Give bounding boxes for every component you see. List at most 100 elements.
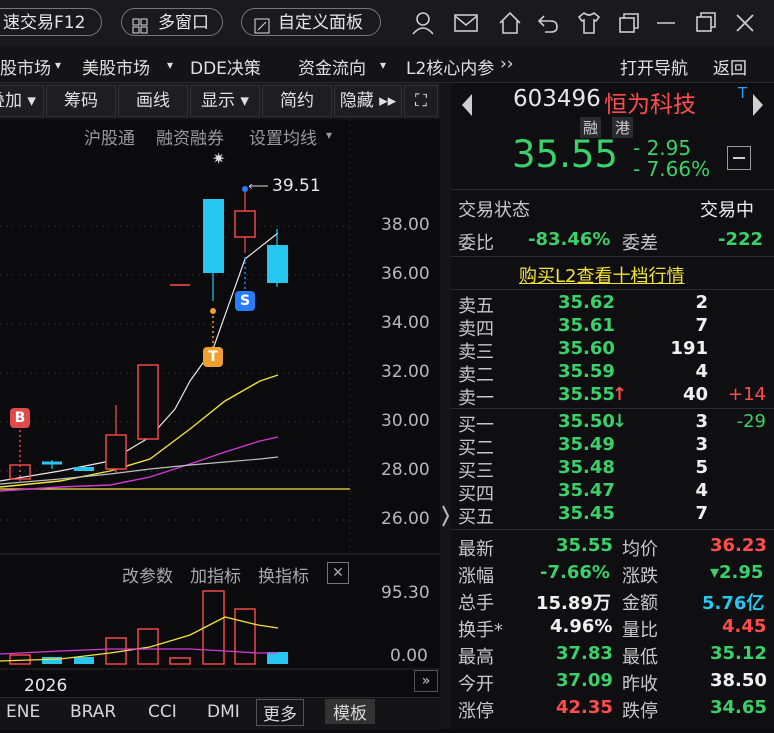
svg-text:‹: ‹ <box>248 179 253 193</box>
bid-volume: 4 <box>695 480 708 501</box>
indicator-y-tick: 95.30 <box>381 583 430 603</box>
menu-item-open-nav[interactable]: 打开导航 <box>620 54 688 79</box>
candle <box>137 364 159 440</box>
double-chevron-right-icon[interactable]: ›› <box>500 54 514 74</box>
stock-name: 恒为科技 <box>604 92 696 118</box>
tab-template[interactable]: 模板 <box>325 699 375 724</box>
fast-trade-button[interactable]: 速交易F12 <box>0 8 102 36</box>
ask-row: 卖二 35.59 4 <box>458 361 768 386</box>
stat-label: 最高 <box>458 647 494 668</box>
indicator-line-yellow <box>0 616 279 662</box>
fullscreen-icon[interactable]: ⛶ <box>404 85 438 117</box>
menu-item-l2-insight[interactable]: L2核心内参 <box>406 54 494 79</box>
ask-label: 卖一 <box>458 388 494 409</box>
home-icon[interactable] <box>497 10 523 36</box>
tab-more[interactable]: 更多 <box>256 699 304 726</box>
bid-price[interactable]: 35.45 <box>558 503 615 524</box>
chevron-down-icon: ▾ <box>55 58 62 72</box>
kline-chart[interactable]: ✷ ‹ <box>0 119 440 697</box>
display-button[interactable]: 显示 ▾ <box>190 85 260 117</box>
edit-params-link[interactable]: 改参数 <box>122 562 173 587</box>
t-flag: T <box>738 84 748 102</box>
overlay-button[interactable]: 叠加 ▾ <box>0 85 44 117</box>
close-icon[interactable]: ✕ <box>327 562 349 584</box>
stat-label: 均价 <box>622 539 658 560</box>
minimize-icon[interactable] <box>653 10 679 36</box>
stat-label: 换手* <box>458 620 503 641</box>
add-indicator-link[interactable]: 加指标 <box>190 562 241 587</box>
user-icon[interactable] <box>410 10 436 36</box>
y-tick: 30.00 <box>381 411 430 431</box>
stat-row: 总手 15.89万 金额 5.76亿 <box>458 589 768 615</box>
mail-icon[interactable] <box>453 10 479 36</box>
stat-row: 最新 35.55 均价 36.23 <box>458 535 768 561</box>
wb-value: -83.46% <box>528 229 611 250</box>
ask-volume: 2 <box>695 292 708 313</box>
y-tick: 26.00 <box>381 509 430 529</box>
bid-volume: 3 <box>695 434 708 455</box>
next-stock-icon[interactable] <box>751 92 765 122</box>
buy-l2-link[interactable]: 购买L2查看十档行情 <box>519 262 684 288</box>
maximize-icon[interactable] <box>692 10 718 36</box>
tab-cci[interactable]: CCI <box>148 702 177 722</box>
chip-button[interactable]: 筹码 <box>46 85 116 117</box>
ask-price[interactable]: 35.62 <box>558 292 615 313</box>
hide-button[interactable]: 隐藏 ▸▸ <box>334 85 402 117</box>
expand-right-icon[interactable]: » <box>414 670 438 692</box>
stat-label: 金额 <box>622 593 658 614</box>
close-icon[interactable] <box>732 10 758 36</box>
pane-divider[interactable] <box>440 83 451 729</box>
chip-label: 筹码 <box>64 91 98 111</box>
buy-marker[interactable]: B <box>10 410 30 426</box>
stat-value: 4.45 <box>722 616 767 637</box>
chevron-down-icon: ▾ <box>167 58 174 72</box>
candle <box>74 467 94 471</box>
ask-price[interactable]: 35.59 <box>558 361 615 382</box>
switch-indicator-link[interactable]: 换指标 <box>258 562 309 587</box>
year-label: 2026 <box>24 676 68 696</box>
tab-ene[interactable]: ENE <box>6 702 40 722</box>
window-restore-icon[interactable] <box>616 10 642 36</box>
menu-item-us-market[interactable]: 美股市场 <box>82 54 150 79</box>
shirt-icon[interactable] <box>576 10 602 36</box>
t-marker[interactable]: T <box>203 349 223 365</box>
collapse-icon[interactable] <box>727 146 751 170</box>
stat-value: 37.09 <box>556 670 613 691</box>
back-arrow-icon[interactable] <box>535 10 561 36</box>
menu-item-fund-flow[interactable]: 资金流向 <box>298 54 366 79</box>
ask-price[interactable]: 35.60 <box>558 338 615 359</box>
tab-brar[interactable]: BRAR <box>70 702 116 722</box>
stat-label: 今开 <box>458 674 494 695</box>
stat-value: 5.76亿 <box>702 593 765 614</box>
draw-line-button[interactable]: 画线 <box>118 85 188 117</box>
sell-marker[interactable]: S <box>235 293 255 309</box>
ask-delta: +14 <box>728 384 766 405</box>
bid-row: 买五 35.45 7 <box>458 503 768 528</box>
stat-label: 最新 <box>458 539 494 560</box>
stat-label: 昨收 <box>622 674 658 695</box>
custom-panel-button[interactable]: 自定义面板 <box>241 8 381 36</box>
bid-price[interactable]: 35.48 <box>558 457 615 478</box>
ask-price[interactable]: 35.61 <box>558 315 615 336</box>
simple-button[interactable]: 简约 <box>262 85 332 117</box>
ask-price[interactable]: 35.55 <box>558 384 615 405</box>
indicator-bar <box>137 628 159 665</box>
tab-dmi[interactable]: DMI <box>207 702 240 722</box>
menu-item-back[interactable]: 返回 <box>713 54 747 79</box>
bid-price[interactable]: 35.49 <box>558 434 615 455</box>
indicator-bar <box>267 652 288 664</box>
prev-stock-icon[interactable] <box>460 92 474 122</box>
draw-line-label: 画线 <box>136 91 170 111</box>
menu-item-dde[interactable]: DDE决策 <box>190 54 261 79</box>
stat-value: -7.66% <box>540 562 610 583</box>
stat-value: ▾2.95 <box>710 562 764 583</box>
multi-window-button[interactable]: 多窗口 <box>121 8 223 36</box>
bid-price[interactable]: 35.50 <box>558 411 615 432</box>
stat-label: 量比 <box>622 620 658 641</box>
bid-price[interactable]: 35.47 <box>558 480 615 501</box>
multi-window-label: 多窗口 <box>158 13 209 33</box>
fast-trade-label: 速交易F12 <box>3 13 86 33</box>
menu-item-hk-market[interactable]: 股市场 <box>0 54 51 79</box>
stat-row: 涨幅 -7.66% 涨跌 ▾2.95 <box>458 562 768 588</box>
ask-volume: 4 <box>695 361 708 382</box>
